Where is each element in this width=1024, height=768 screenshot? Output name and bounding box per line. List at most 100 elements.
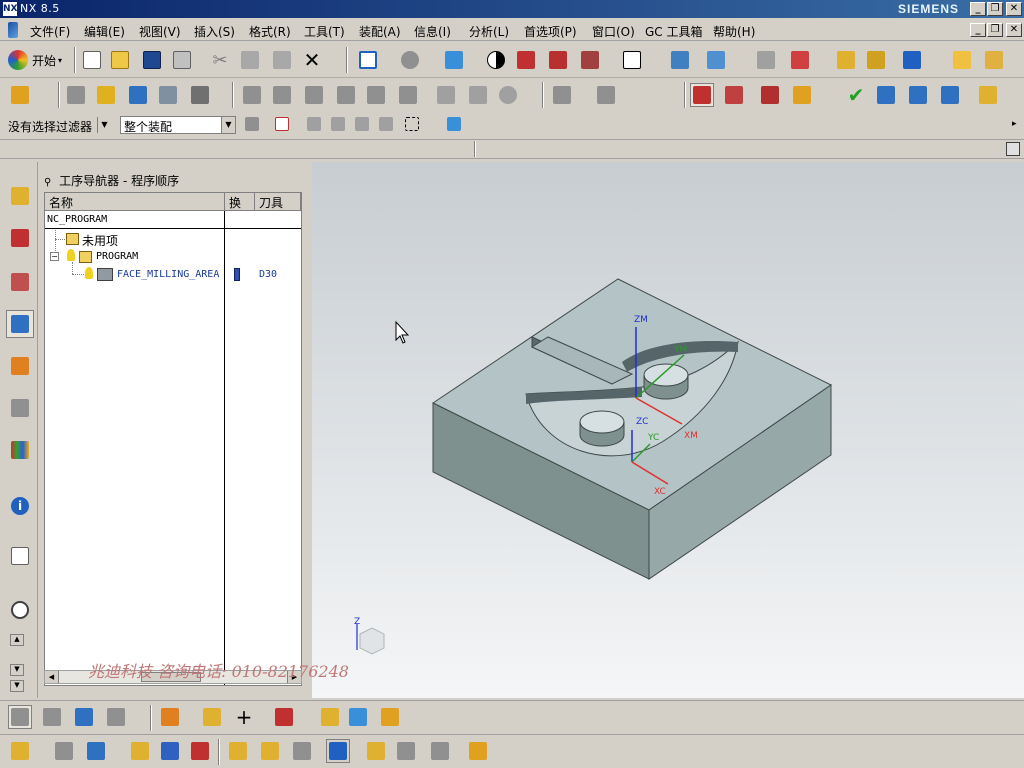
scroll-left-icon[interactable]: ◀ bbox=[45, 671, 59, 683]
object-button[interactable] bbox=[790, 83, 814, 107]
fullscreen-icon[interactable] bbox=[1006, 142, 1020, 156]
column-tool-header[interactable]: 刀具 bbox=[255, 193, 301, 211]
point-button[interactable]: + bbox=[232, 705, 256, 729]
web-browser-tab[interactable] bbox=[6, 542, 34, 570]
selection-filter-select[interactable]: 没有选择过滤器 ▼ bbox=[4, 116, 112, 134]
feature-5-button[interactable] bbox=[158, 739, 182, 763]
reuse-library-tab[interactable] bbox=[6, 394, 34, 422]
feature-7-button[interactable] bbox=[226, 739, 250, 763]
method-view-bottom-button[interactable] bbox=[104, 705, 128, 729]
paste-button[interactable] bbox=[270, 48, 294, 72]
snap-button[interactable] bbox=[900, 48, 924, 72]
column-name-header[interactable]: 名称 bbox=[45, 193, 225, 211]
pin-icon[interactable]: ⚲ bbox=[44, 177, 51, 188]
print-button[interactable] bbox=[170, 48, 194, 72]
wcs-orient-button[interactable] bbox=[704, 48, 728, 72]
menu-insert[interactable]: 插入(S) bbox=[194, 23, 235, 40]
feeds-speeds-button[interactable] bbox=[690, 83, 714, 107]
tree-row-operation[interactable]: FACE_MILLING_AREA D30 bbox=[45, 262, 301, 284]
menu-help[interactable]: 帮助(H) bbox=[713, 23, 755, 40]
section-view-button[interactable] bbox=[514, 48, 538, 72]
copy-button[interactable] bbox=[238, 48, 262, 72]
snap-point-button[interactable] bbox=[272, 113, 292, 135]
history-tab[interactable] bbox=[6, 596, 34, 624]
link-button[interactable] bbox=[200, 705, 224, 729]
operation-navigator-tab[interactable] bbox=[6, 310, 34, 338]
close-button[interactable]: ✕ bbox=[1006, 2, 1022, 16]
feature-9-button[interactable] bbox=[290, 739, 314, 763]
generate-toolpath-button[interactable] bbox=[364, 83, 388, 107]
toolpath-edit-button[interactable] bbox=[722, 83, 746, 107]
doc-close-button[interactable]: ✕ bbox=[1006, 23, 1022, 37]
start-button[interactable]: 开始 ▾ bbox=[8, 48, 72, 72]
tree-row-program[interactable]: − PROGRAM bbox=[45, 248, 301, 266]
operation-info-button[interactable] bbox=[874, 83, 898, 107]
machine-tool-view-button[interactable] bbox=[270, 83, 294, 107]
feature-8-button[interactable] bbox=[258, 739, 282, 763]
scroll-up-icon[interactable]: ▲ bbox=[10, 634, 24, 646]
analysis-button[interactable] bbox=[864, 48, 888, 72]
open-button[interactable] bbox=[108, 48, 132, 72]
delete-button[interactable]: ✕ bbox=[300, 48, 324, 72]
program-order-view-button[interactable] bbox=[240, 83, 264, 107]
layer-button[interactable] bbox=[546, 48, 570, 72]
select-curve-button[interactable] bbox=[352, 113, 372, 135]
view-cube-button[interactable] bbox=[444, 113, 464, 135]
background-button[interactable] bbox=[620, 48, 644, 72]
select-body-button[interactable] bbox=[328, 113, 348, 135]
list-toolpath-button[interactable] bbox=[434, 83, 458, 107]
flag-button[interactable] bbox=[976, 83, 1000, 107]
machine-view-button[interactable] bbox=[40, 705, 64, 729]
minimize-button[interactable]: _ bbox=[970, 2, 986, 16]
measure-button[interactable] bbox=[834, 48, 858, 72]
postprocess-button[interactable] bbox=[550, 83, 574, 107]
create-geometry-button[interactable] bbox=[94, 83, 118, 107]
machine-navigator-tab[interactable] bbox=[6, 352, 34, 380]
new-file-button[interactable] bbox=[80, 48, 104, 72]
feature-12-button[interactable] bbox=[394, 739, 418, 763]
palette-tab[interactable] bbox=[6, 436, 34, 464]
doc-minimize-button[interactable]: _ bbox=[970, 23, 986, 37]
create-operation-button[interactable] bbox=[156, 83, 180, 107]
menu-tools[interactable]: 工具(T) bbox=[304, 23, 345, 40]
select-edge-button[interactable] bbox=[376, 113, 396, 135]
feature-6-button[interactable] bbox=[188, 739, 212, 763]
restore-button[interactable]: ❐ bbox=[987, 2, 1003, 16]
feature-3-button[interactable] bbox=[84, 739, 108, 763]
shop-doc-button[interactable] bbox=[594, 83, 618, 107]
create-tool-button[interactable] bbox=[64, 83, 88, 107]
rotate-button[interactable] bbox=[398, 48, 422, 72]
block-button[interactable] bbox=[346, 705, 370, 729]
feature-14-button[interactable] bbox=[466, 739, 490, 763]
transform-button[interactable] bbox=[158, 705, 182, 729]
operation-dropdown-button[interactable] bbox=[188, 83, 212, 107]
shaded-view-button[interactable] bbox=[442, 48, 466, 72]
fit-view-button[interactable] bbox=[356, 48, 380, 72]
menu-preferences[interactable]: 首选项(P) bbox=[524, 23, 577, 40]
blend-button[interactable] bbox=[378, 705, 402, 729]
constraint-navigator-tab[interactable] bbox=[6, 224, 34, 252]
drafting-button[interactable] bbox=[982, 48, 1006, 72]
toolbar-overflow-icon[interactable]: ▸ bbox=[1012, 119, 1017, 129]
assembly-button[interactable] bbox=[754, 48, 778, 72]
geometry-view-bottom-button[interactable] bbox=[72, 705, 96, 729]
scroll-bottom-icon[interactable]: ▼ bbox=[10, 680, 24, 692]
replay-toolpath-button[interactable] bbox=[396, 83, 420, 107]
menu-gc-toolbox[interactable]: GC 工具箱 bbox=[645, 23, 703, 40]
graphics-window[interactable]: ZM YM XM ZC YC XC Z bbox=[312, 162, 1024, 698]
menu-format[interactable]: 格式(R) bbox=[249, 23, 291, 40]
feature-11-button[interactable] bbox=[364, 739, 388, 763]
feature-1-button[interactable] bbox=[8, 739, 32, 763]
collapse-icon[interactable]: − bbox=[50, 252, 59, 261]
check-button[interactable]: ✔ bbox=[844, 83, 868, 107]
menu-info[interactable]: 信息(I) bbox=[414, 23, 451, 40]
simulate-button[interactable] bbox=[496, 83, 520, 107]
ruler-button[interactable] bbox=[950, 48, 974, 72]
report-button[interactable] bbox=[938, 83, 962, 107]
geometry-view-button[interactable] bbox=[302, 83, 326, 107]
part-model[interactable]: ZM YM XM ZC YC XC Z bbox=[312, 162, 1024, 698]
verify-toolpath-button[interactable] bbox=[466, 83, 490, 107]
menu-assembly[interactable]: 装配(A) bbox=[359, 23, 401, 40]
tree-row-unused[interactable]: 未用项 bbox=[45, 230, 301, 257]
menu-file[interactable]: 文件(F) bbox=[30, 23, 70, 40]
